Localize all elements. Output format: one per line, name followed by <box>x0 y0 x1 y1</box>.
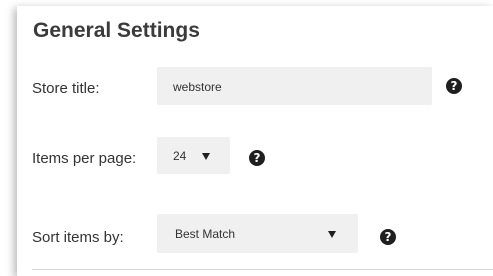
items-per-page-value: 24 <box>173 149 187 163</box>
store-title-help-icon[interactable]: ? <box>446 78 462 94</box>
caret-down-icon <box>328 231 336 238</box>
items-per-page-select[interactable]: 24 <box>157 137 230 174</box>
caret-down-icon <box>202 153 210 160</box>
general-settings-panel: General Settings Store title: webstore ?… <box>17 6 493 276</box>
store-title-value: webstore <box>173 80 222 94</box>
items-per-page-label: Items per page: <box>32 150 137 167</box>
items-per-page-help-icon[interactable]: ? <box>249 150 265 166</box>
sort-items-by-select[interactable]: Best Match <box>157 214 358 253</box>
sort-items-by-label: Sort items by: <box>32 229 124 246</box>
store-title-input[interactable]: webstore <box>157 67 432 105</box>
sort-items-by-help-icon[interactable]: ? <box>380 229 396 245</box>
sort-items-by-value: Best Match <box>175 227 236 241</box>
store-title-label: Store title: <box>32 80 100 97</box>
section-divider <box>32 269 493 270</box>
section-title: General Settings <box>33 19 200 42</box>
